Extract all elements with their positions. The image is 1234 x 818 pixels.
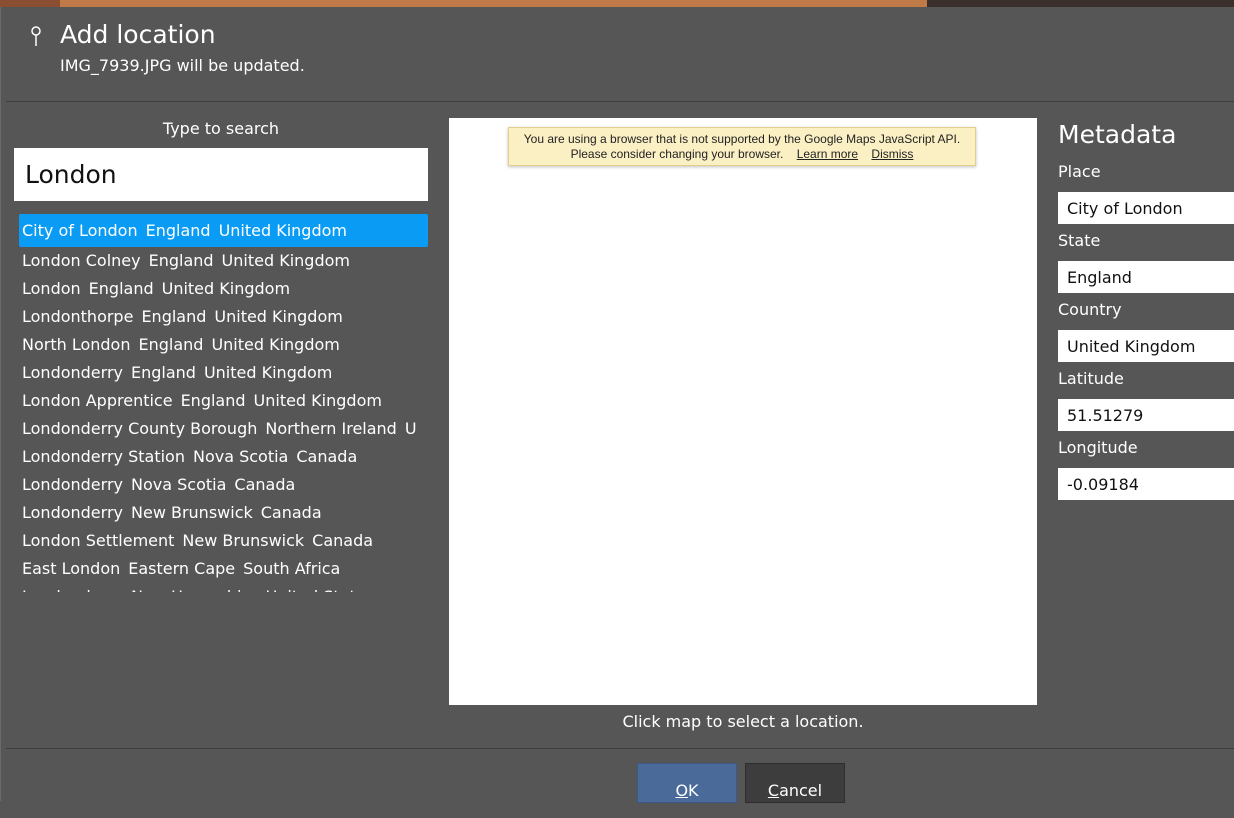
result-state: Eastern Cape — [128, 559, 236, 578]
result-place: London — [22, 279, 81, 298]
dismiss-link[interactable]: Dismiss — [871, 147, 913, 161]
result-place: North London — [22, 335, 131, 354]
cancel-button[interactable]: Cancel — [745, 763, 845, 803]
search-result-item[interactable]: Londonderry New Brunswick Canada — [14, 499, 430, 527]
latitude-label: Latitude — [1058, 369, 1124, 388]
result-state: New Hampshire — [131, 587, 258, 592]
search-result-item[interactable]: Londonderry England United Kingdom — [14, 359, 430, 387]
cancel-mnemonic: C — [767, 781, 780, 800]
result-state: England — [148, 251, 214, 270]
result-place: Londonderry — [22, 587, 123, 592]
result-country: South Africa — [243, 559, 341, 578]
metadata-title: Metadata — [1058, 120, 1177, 149]
result-state: Nova Scotia — [131, 475, 227, 494]
result-place: Londonderry — [22, 363, 123, 382]
longitude-field[interactable] — [1058, 468, 1234, 500]
search-result-item[interactable]: Londonderry New Hampshire United States — [14, 583, 430, 592]
country-field[interactable] — [1058, 330, 1234, 362]
warning-line2: Please consider changing your browser. L… — [509, 147, 975, 162]
background-photo-left — [0, 0, 60, 7]
search-result-item[interactable]: London Colney England United Kingdom — [14, 247, 430, 275]
state-label: State — [1058, 231, 1101, 250]
result-state: England — [138, 335, 204, 354]
result-place: London Settlement — [22, 531, 175, 550]
ok-mnemonic: O — [675, 781, 689, 800]
search-result-item[interactable]: East London Eastern Cape South Africa — [14, 555, 430, 583]
result-place: Londonderry — [22, 503, 123, 522]
result-state: England — [88, 279, 154, 298]
map-hint: Click map to select a location. — [622, 712, 864, 731]
place-label: Place — [1058, 162, 1101, 181]
result-place: London Colney — [22, 251, 141, 270]
result-place: Londonderry County Borough — [22, 419, 258, 438]
map-pin-icon — [31, 26, 41, 46]
result-country: United Kingdom — [161, 279, 291, 298]
dialog-title: Add location — [60, 20, 216, 49]
search-result-item[interactable]: Londonthorpe England United Kingdom — [14, 303, 430, 331]
search-result-item[interactable]: London Settlement New Brunswick Canada — [14, 527, 430, 555]
map-panel[interactable]: You are using a browser that is not supp… — [449, 118, 1037, 705]
longitude-label: Longitude — [1058, 438, 1138, 457]
warning-line1: You are using a browser that is not supp… — [523, 132, 961, 146]
warning-line2-text: Please consider changing your browser. — [570, 147, 784, 161]
result-place: Londonthorpe — [22, 307, 134, 326]
result-place: Londonderry — [22, 475, 123, 494]
latitude-field[interactable] — [1058, 399, 1234, 431]
search-result-item[interactable]: London England United Kingdom — [14, 275, 430, 303]
learn-more-link[interactable]: Learn more — [797, 147, 858, 161]
result-state: England — [180, 391, 246, 410]
result-country: United Kingdom — [221, 251, 350, 270]
ok-button[interactable]: OK — [637, 763, 737, 803]
result-country: United Kingdom — [203, 363, 333, 382]
result-country: Canada — [234, 475, 296, 494]
result-place: City of London — [22, 221, 138, 240]
result-place: East London — [22, 559, 121, 578]
ok-label-rest: K — [688, 781, 699, 800]
result-state: England — [145, 221, 211, 240]
result-state: New Brunswick — [131, 503, 253, 522]
result-country: United Kingdom — [253, 391, 382, 410]
search-result-item[interactable]: London Apprentice England United Kingdom — [14, 387, 430, 415]
result-country: United Kingdom — [214, 307, 343, 326]
search-label: Type to search — [162, 119, 280, 138]
result-country: Canada — [312, 531, 374, 550]
search-result-item[interactable]: Londonderry County Borough Northern Irela… — [14, 415, 430, 443]
place-field[interactable] — [1058, 192, 1234, 224]
search-result-item[interactable]: Londonderry Nova Scotia Canada — [14, 471, 430, 499]
result-country: U — [404, 419, 417, 438]
result-place: Londonderry Station — [22, 447, 185, 466]
state-field[interactable] — [1058, 261, 1234, 293]
search-input[interactable] — [14, 148, 428, 201]
country-label: Country — [1058, 300, 1122, 319]
result-state: England — [141, 307, 207, 326]
result-country: United Kingdom — [218, 221, 347, 240]
search-results-list[interactable]: City of London England United Kingdom Londo… — [14, 214, 430, 592]
result-country: Canada — [296, 447, 358, 466]
search-result-item[interactable]: Londonderry Station Nova Scotia Canada — [14, 443, 430, 471]
dialog-subtitle: IMG_7939.JPG will be updated. — [60, 56, 305, 75]
browser-warning-banner: You are using a browser that is not supp… — [508, 127, 976, 166]
search-result-item[interactable]: North London England United Kingdom — [14, 331, 430, 359]
result-state: New Brunswick — [182, 531, 305, 550]
cancel-label-rest: ancel — [779, 781, 823, 800]
background-photo-strip — [0, 0, 1234, 7]
result-state: England — [131, 363, 196, 382]
result-country: Canada — [260, 503, 322, 522]
result-country: United Kingdom — [211, 335, 340, 354]
result-state: Nova Scotia — [192, 447, 289, 466]
header-divider — [6, 101, 1234, 102]
search-result-item[interactable]: City of London England United Kingdom — [19, 214, 428, 247]
result-state: Northern Ireland — [265, 419, 397, 438]
background-photo-right — [927, 0, 1234, 7]
result-place: London Apprentice — [22, 391, 173, 410]
footer-divider — [6, 748, 1234, 749]
result-country: United States — [266, 587, 374, 592]
